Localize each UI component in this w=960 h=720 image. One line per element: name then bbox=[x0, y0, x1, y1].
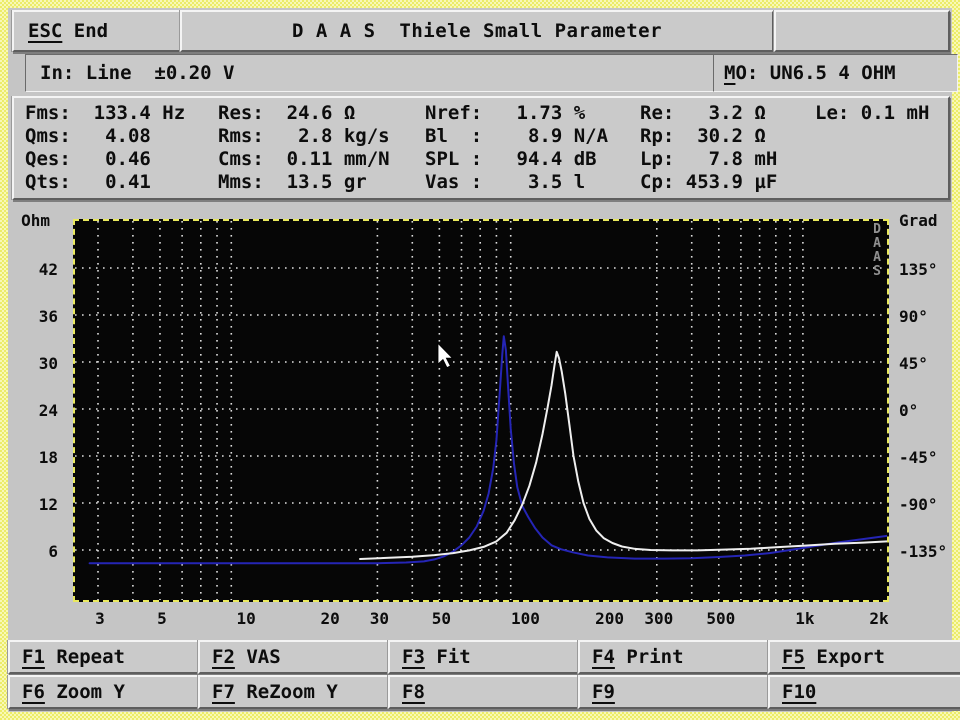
function-key-f6[interactable]: F6 Zoom Y bbox=[8, 675, 204, 709]
parameter-cell: Rp: 30.2 Ω bbox=[640, 125, 766, 148]
x-axis-tick: 20 bbox=[303, 609, 357, 628]
parameter-cell: Vas : 3.5 l bbox=[425, 171, 585, 194]
function-key-label: F3 bbox=[402, 646, 425, 668]
x-axis-tick: 50 bbox=[414, 609, 468, 628]
plot-area[interactable]: DAAS bbox=[73, 219, 889, 602]
mouse-cursor bbox=[438, 343, 453, 368]
parameter-row: Qes: 0.46 Cms: 0.11 mm/N SPL : 94.4 dB Lp: … bbox=[14, 148, 948, 171]
plot-canvas bbox=[75, 221, 887, 600]
function-action-label: Export bbox=[805, 646, 885, 668]
model-key-label: M bbox=[724, 62, 735, 84]
parameter-cell: Lp: 7.8 mH bbox=[640, 148, 777, 171]
desktop-background: ESC End D A A S Thiele Small Parameter I… bbox=[8, 8, 952, 712]
right-axis-tick: -135° bbox=[899, 544, 951, 560]
function-key-f10[interactable]: F10 bbox=[768, 675, 960, 709]
x-axis-tick: 30 bbox=[352, 609, 406, 628]
function-key-label: F5 bbox=[782, 646, 805, 668]
model-selector-panel[interactable]: MO: UN6.5 4 OHM bbox=[713, 54, 958, 92]
parameter-cell: Le: 0.1 mH bbox=[815, 102, 929, 125]
model-value: O: UN6.5 4 OHM bbox=[735, 62, 895, 84]
parameter-cell: Fms: 133.4 Hz bbox=[25, 102, 185, 125]
x-axis-tick: 5 bbox=[135, 609, 189, 628]
parameter-cell: Re: 3.2 Ω bbox=[640, 102, 766, 125]
left-axis-tick: 24 bbox=[16, 403, 58, 419]
right-axis-tick: 135° bbox=[899, 262, 951, 278]
function-key-label: F9 bbox=[592, 681, 615, 703]
parameter-cell: Cp: 453.9 µF bbox=[640, 171, 777, 194]
function-action-label: Repeat bbox=[45, 646, 125, 668]
function-key-label: F4 bbox=[592, 646, 615, 668]
esc-end-label: End bbox=[74, 20, 108, 42]
parameter-row: Qms: 4.08 Rms: 2.8 kg/s Bl : 8.9 N/A Rp: 30… bbox=[14, 125, 948, 148]
function-key-label: F10 bbox=[782, 681, 816, 703]
x-axis-tick: 300 bbox=[632, 609, 686, 628]
parameter-row: Qts: 0.41 Mms: 13.5 gr Vas : 3.5 l Cp: 453.… bbox=[14, 171, 948, 194]
x-axis-tick: 10 bbox=[219, 609, 273, 628]
input-status-text: In: Line ±0.20 V bbox=[40, 62, 234, 84]
left-axis-tick: 18 bbox=[16, 450, 58, 466]
grid-lines bbox=[75, 221, 887, 600]
left-axis-tick: 6 bbox=[16, 544, 58, 560]
right-axis-tick: 45° bbox=[899, 356, 951, 372]
function-key-label: F8 bbox=[402, 681, 425, 703]
parameter-cell: Qes: 0.46 bbox=[25, 148, 151, 171]
impedance-chart: Ohm Grad DAAS 42 36 30 24 18 12 6 135° 90° 45° 0° -… bbox=[8, 205, 952, 637]
parameter-cell: SPL : 94.4 dB bbox=[425, 148, 597, 171]
right-axis-tick: -45° bbox=[899, 450, 951, 466]
parameter-cell: Qms: 4.08 bbox=[25, 125, 151, 148]
left-axis-title: Ohm bbox=[8, 211, 50, 230]
function-action-label: VAS bbox=[235, 646, 281, 668]
daas-watermark: DAAS bbox=[873, 223, 881, 279]
function-key-f9[interactable]: F9 bbox=[578, 675, 774, 709]
right-axis-title: Grad bbox=[899, 211, 938, 230]
x-axis-tick: 100 bbox=[498, 609, 552, 628]
window-title-bar: D A A S Thiele Small Parameter bbox=[180, 10, 774, 52]
x-axis-tick: 3 bbox=[73, 609, 127, 628]
esc-end-button[interactable]: ESC End bbox=[12, 10, 194, 52]
parameter-cell: Cms: 0.11 mm/N bbox=[218, 148, 390, 171]
function-action-label: Print bbox=[615, 646, 684, 668]
function-key-f1[interactable]: F1 Repeat bbox=[8, 640, 204, 674]
function-key-f2[interactable]: F2 VAS bbox=[198, 640, 394, 674]
function-key-f8[interactable]: F8 bbox=[388, 675, 584, 709]
right-axis-tick: 90° bbox=[899, 309, 951, 325]
parameter-table: Fms: 133.4 Hz Res: 24.6 Ω Nref: 1.73 % Re: … bbox=[14, 98, 948, 198]
left-axis-tick: 12 bbox=[16, 497, 58, 513]
function-key-label: F1 bbox=[22, 646, 45, 668]
left-axis-tick: 42 bbox=[16, 262, 58, 278]
impedance-curve-1 bbox=[90, 336, 887, 563]
empty-header-button[interactable] bbox=[774, 10, 950, 52]
daas-screen: ESC End D A A S Thiele Small Parameter I… bbox=[0, 0, 960, 720]
input-status-panel[interactable]: In: Line ±0.20 V bbox=[25, 54, 717, 92]
function-action-label: Fit bbox=[425, 646, 471, 668]
parameter-cell: Mms: 13.5 gr bbox=[218, 171, 367, 194]
x-axis-tick: 1k bbox=[778, 609, 832, 628]
x-axis-tick: 200 bbox=[583, 609, 637, 628]
function-action-label: Zoom Y bbox=[45, 681, 125, 703]
function-key-f3[interactable]: F3 Fit bbox=[388, 640, 584, 674]
function-action-label: ReZoom Y bbox=[235, 681, 338, 703]
left-axis-tick: 30 bbox=[16, 356, 58, 372]
page-title: D A A S Thiele Small Parameter bbox=[292, 20, 662, 42]
function-key-label: F6 bbox=[22, 681, 45, 703]
right-axis-tick: 0° bbox=[899, 403, 951, 419]
parameter-cell: Qts: 0.41 bbox=[25, 171, 151, 194]
x-axis-tick: 500 bbox=[694, 609, 748, 628]
parameter-cell: Nref: 1.73 % bbox=[425, 102, 585, 125]
esc-key-label: ESC bbox=[28, 20, 62, 42]
parameter-table-panel: Fms: 133.4 Hz Res: 24.6 Ω Nref: 1.73 % Re: … bbox=[12, 96, 950, 200]
function-key-f5[interactable]: F5 Export bbox=[768, 640, 960, 674]
left-axis-tick: 36 bbox=[16, 309, 58, 325]
function-key-label: F2 bbox=[212, 646, 235, 668]
function-key-label: F7 bbox=[212, 681, 235, 703]
x-axis-tick: 2k bbox=[852, 609, 906, 628]
function-key-f4[interactable]: F4 Print bbox=[578, 640, 774, 674]
function-key-f7[interactable]: F7 ReZoom Y bbox=[198, 675, 394, 709]
parameter-cell: Res: 24.6 Ω bbox=[218, 102, 355, 125]
parameter-row: Fms: 133.4 Hz Res: 24.6 Ω Nref: 1.73 % Re: … bbox=[14, 102, 948, 125]
esc-action-label bbox=[62, 20, 73, 42]
right-axis-tick: -90° bbox=[899, 497, 951, 513]
parameter-cell: Bl : 8.9 N/A bbox=[425, 125, 608, 148]
parameter-cell: Rms: 2.8 kg/s bbox=[218, 125, 390, 148]
